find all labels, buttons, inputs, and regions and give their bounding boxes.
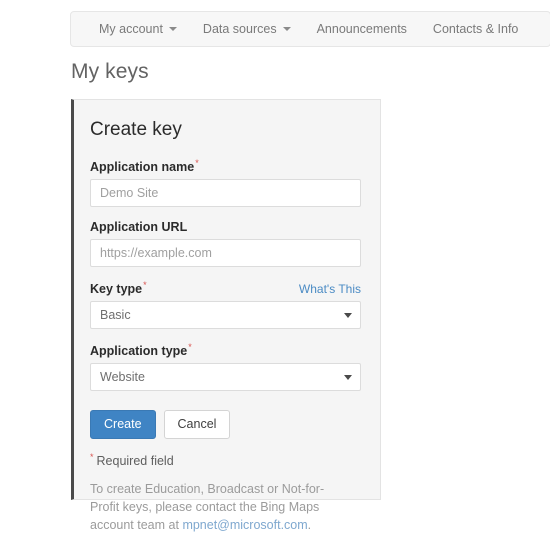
nav-item-data-sources[interactable]: Data sources (190, 12, 304, 46)
key-type-label: Key type* (90, 280, 147, 296)
field-application-name: Application name* (90, 158, 361, 208)
nav-item-label: Data sources (202, 22, 277, 36)
field-key-type: Key type* What's This Basic (90, 280, 361, 330)
nav-item-my-account[interactable]: My account (71, 12, 190, 46)
application-type-select[interactable]: Website (90, 363, 361, 392)
application-type-label: Application type* (90, 342, 192, 358)
cancel-button[interactable]: Cancel (163, 410, 231, 440)
nav-item-contacts-and-info[interactable]: Contacts & Info (420, 12, 531, 46)
application-name-label: Application name* (90, 158, 199, 174)
field-label-row: Application name* (90, 158, 361, 174)
application-name-input[interactable] (90, 179, 361, 208)
field-label-row: Key type* What's This (90, 280, 361, 296)
page-title: My keys (71, 60, 149, 83)
required-asterisk: * (195, 158, 199, 168)
label-text: Application type (90, 344, 188, 359)
application-url-input[interactable] (90, 239, 361, 268)
contact-note: To create Education, Broadcast or Not-fo… (90, 480, 352, 534)
nav-item-label: My account (99, 22, 163, 36)
nav-item-label: Contacts & Info (432, 22, 519, 36)
label-text: Key type (90, 282, 143, 297)
create-button[interactable]: Create (90, 410, 156, 440)
field-label-row: Application URL (90, 220, 361, 234)
chevron-down-icon (168, 27, 177, 31)
create-key-panel: Create key Application name* Application… (71, 99, 381, 532)
contact-note-period: . (307, 517, 312, 532)
chevron-down-icon (282, 27, 291, 31)
panel-title: Create key (90, 119, 182, 140)
required-field-text: Required field (96, 454, 174, 469)
required-asterisk: * (188, 342, 192, 353)
key-type-select[interactable]: Basic (90, 301, 361, 330)
required-asterisk: * (143, 280, 147, 291)
field-application-url: Application URL (90, 220, 361, 268)
label-text: Application name (90, 160, 195, 175)
key-type-select-wrap: Basic (90, 301, 361, 330)
required-asterisk: * (90, 452, 94, 463)
field-application-type: Application type* Website (90, 342, 361, 392)
nav-item-announcements[interactable]: Announcements (304, 12, 420, 46)
button-row: Create Cancel (90, 410, 361, 440)
whats-this-link[interactable]: What's This (299, 282, 361, 296)
required-field-note: * Required field (90, 452, 361, 468)
field-label-row: Application type* (90, 342, 361, 358)
contact-email-link[interactable]: mpnet@microsoft.com (182, 518, 307, 532)
nav-item-label: Announcements (316, 22, 407, 36)
top-navigation-bar: My account Data sources Announcements Co… (70, 11, 550, 47)
application-url-label: Application URL (90, 220, 188, 235)
application-type-select-wrap: Website (90, 363, 361, 392)
